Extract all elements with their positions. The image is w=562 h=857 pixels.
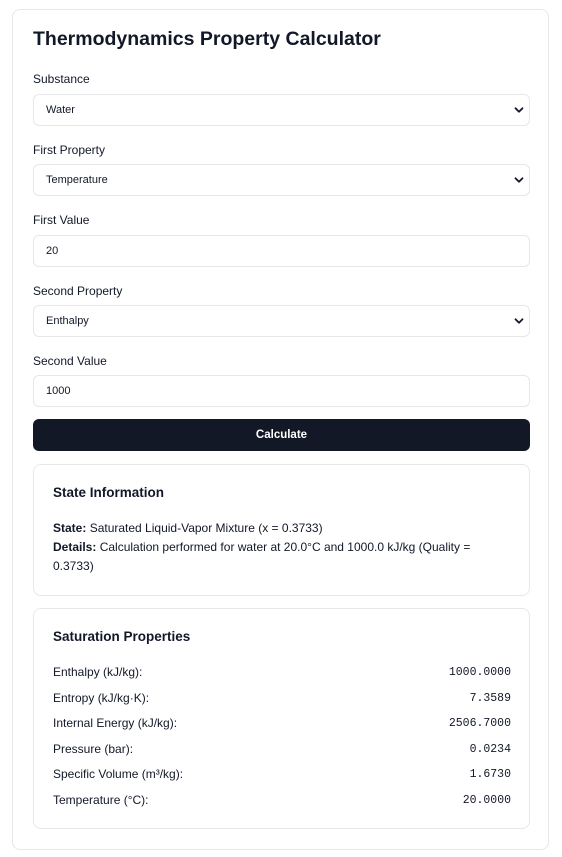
chevron-down-icon (514, 318, 524, 324)
property-row: Temperature (°C): 20.0000 (53, 791, 511, 809)
property-label: Entropy (kJ/kg·K): (53, 691, 150, 705)
property-row: Specific Volume (m³/kg): 1.6730 (53, 765, 511, 783)
calculator-card: Thermodynamics Property Calculator Subst… (12, 9, 549, 850)
first-value-label: First Value (33, 213, 90, 227)
first-value-input[interactable]: 20 (33, 235, 530, 267)
saturation-properties-title: Saturation Properties (53, 629, 191, 644)
details-line: Details: Calculation performed for water… (53, 538, 513, 576)
property-value: 2506.7000 (448, 716, 511, 730)
chevron-down-icon (514, 177, 524, 183)
property-value: 1000.0000 (448, 665, 511, 679)
page-title: Thermodynamics Property Calculator (33, 28, 381, 50)
first-value-text: 20 (46, 245, 59, 257)
substance-select[interactable]: Water (33, 94, 530, 126)
state-value: Saturated Liquid-Vapor Mixture (x = 0.37… (89, 521, 323, 535)
property-label: Internal Energy (kJ/kg): (53, 716, 178, 730)
property-row: Entropy (kJ/kg·K): 7.3589 (53, 689, 511, 707)
calculate-button[interactable]: Calculate (33, 419, 530, 451)
state-information-text: State: Saturated Liquid-Vapor Mixture (x… (53, 519, 513, 576)
property-value: 7.3589 (469, 691, 511, 705)
first-property-select-value: Temperature (46, 174, 108, 186)
property-row: Enthalpy (kJ/kg): 1000.0000 (53, 663, 511, 681)
state-information-panel: State Information State: Saturated Liqui… (33, 464, 530, 596)
state-line: State: Saturated Liquid-Vapor Mixture (x… (53, 519, 513, 538)
saturation-properties-panel: Saturation Properties Enthalpy (kJ/kg): … (33, 608, 530, 829)
property-row: Internal Energy (kJ/kg): 2506.7000 (53, 714, 511, 732)
property-label: Specific Volume (m³/kg): (53, 767, 184, 781)
state-label: State: (53, 521, 87, 535)
property-value: 1.6730 (469, 767, 511, 781)
substance-label: Substance (33, 72, 90, 86)
property-value: 0.0234 (469, 742, 511, 756)
second-value-text: 1000 (46, 385, 71, 397)
second-property-label: Second Property (33, 284, 123, 298)
second-property-select-value: Enthalpy (46, 315, 89, 327)
property-label: Temperature (°C): (53, 793, 149, 807)
second-property-select[interactable]: Enthalpy (33, 305, 530, 337)
second-value-label: Second Value (33, 354, 107, 368)
state-information-title: State Information (53, 485, 165, 500)
details-value: Calculation performed for water at 20.0°… (53, 540, 471, 573)
property-value: 20.0000 (462, 793, 511, 807)
first-property-select[interactable]: Temperature (33, 164, 530, 196)
chevron-down-icon (514, 107, 524, 113)
property-label: Pressure (bar): (53, 742, 134, 756)
second-value-input[interactable]: 1000 (33, 375, 530, 407)
property-row: Pressure (bar): 0.0234 (53, 740, 511, 758)
details-label: Details: (53, 540, 97, 554)
substance-select-value: Water (46, 104, 75, 116)
first-property-label: First Property (33, 143, 106, 157)
property-label: Enthalpy (kJ/kg): (53, 665, 143, 679)
